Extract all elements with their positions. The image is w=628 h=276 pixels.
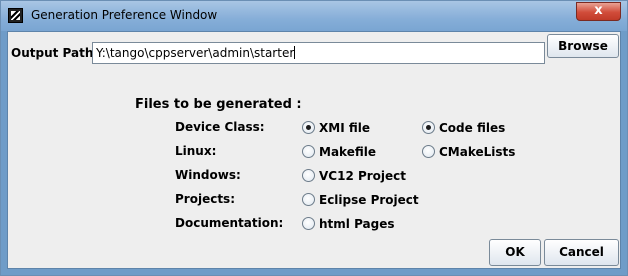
files-heading: Files to be generated :	[135, 97, 302, 112]
code-files-label: Code files	[439, 121, 506, 135]
makefile-label: Makefile	[319, 145, 376, 159]
dialog-content: Output Path : Y:\tango\cppserver\admin\s…	[7, 31, 621, 269]
title-bar[interactable]: Generation Preference Window x	[1, 1, 627, 31]
xmi-file-radio[interactable]	[302, 121, 315, 134]
app-icon	[8, 8, 23, 23]
generation-preference-window: Generation Preference Window x Output Pa…	[0, 0, 628, 276]
vc12-project-radio[interactable]	[302, 169, 315, 182]
output-path-label: Output Path :	[11, 46, 103, 60]
window-title: Generation Preference Window	[31, 8, 218, 22]
close-button[interactable]: x	[576, 2, 621, 21]
cmakelists-label: CMakeLists	[439, 145, 516, 159]
output-path-value: Y:\tango\cppserver\admin\starter	[96, 46, 295, 60]
text-caret	[294, 46, 296, 59]
output-path-input[interactable]: Y:\tango\cppserver\admin\starter	[92, 42, 545, 64]
windows-label: Windows:	[175, 168, 241, 182]
code-files-radio[interactable]	[422, 121, 435, 134]
linux-label: Linux:	[175, 144, 217, 158]
device-class-label: Device Class:	[175, 120, 265, 134]
documentation-label: Documentation:	[175, 216, 284, 230]
html-pages-label: html Pages	[319, 217, 395, 231]
vc12-project-label: VC12 Project	[319, 169, 407, 183]
html-pages-radio[interactable]	[302, 217, 315, 230]
xmi-file-label: XMI file	[319, 121, 370, 135]
makefile-radio[interactable]	[302, 145, 315, 158]
cmakelists-radio[interactable]	[422, 145, 435, 158]
eclipse-project-radio[interactable]	[302, 193, 315, 206]
ok-button[interactable]: OK	[489, 239, 541, 266]
eclipse-project-label: Eclipse Project	[319, 193, 419, 207]
projects-label: Projects:	[175, 192, 235, 206]
browse-button[interactable]: Browse	[547, 34, 619, 58]
cancel-button[interactable]: Cancel	[544, 239, 619, 266]
